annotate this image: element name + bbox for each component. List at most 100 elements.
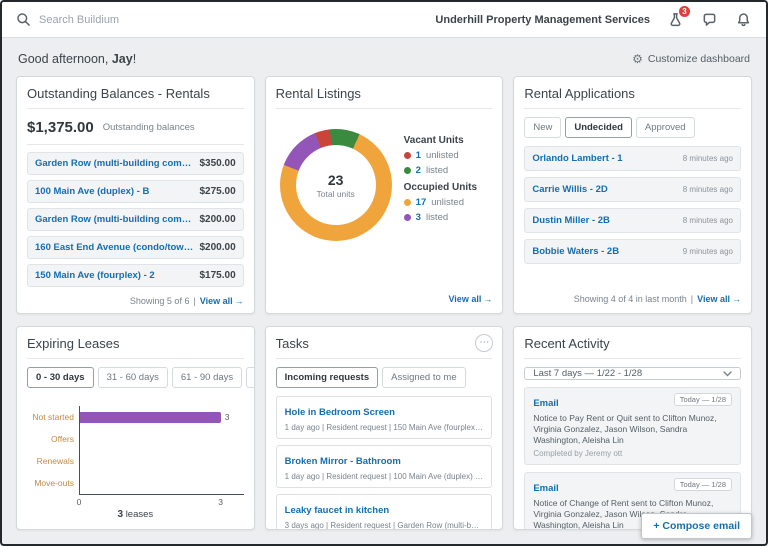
outstanding-total-amount: $1,375.00 [27, 119, 94, 136]
whats-new-button[interactable]: 3 [666, 4, 691, 29]
tab-assigned-to-me[interactable]: Assigned to me [382, 367, 466, 388]
showing-count: Showing 4 of 4 in last month [573, 294, 687, 304]
application-time: 8 minutes ago [682, 216, 733, 225]
balance-row[interactable]: Garden Row (multi-building complex) -...… [27, 152, 244, 175]
task-row[interactable]: Hole in Bedroom Screen 1 day ago | Resid… [275, 396, 493, 439]
lease-count-label: leases [125, 509, 154, 520]
notification-badge: 3 [678, 4, 691, 18]
application-row[interactable]: Orlando Lambert - 1 8 minutes ago [524, 146, 741, 171]
balance-amount: $350.00 [199, 158, 236, 169]
tab-61-90-days[interactable]: 61 - 90 days [171, 367, 243, 388]
balance-amount: $175.00 [199, 270, 236, 281]
footer-divider: | [193, 296, 196, 306]
applicant-link[interactable]: Bobbie Waters - 2B [532, 246, 619, 257]
property-link[interactable]: 150 Main Ave (fourplex) - 2 [35, 270, 155, 281]
donut-center: 23 Total units [295, 145, 376, 225]
bar-row [80, 472, 244, 494]
legend-count-link[interactable]: 17 [416, 197, 427, 208]
tab-approved[interactable]: Approved [635, 117, 695, 138]
applicant-link[interactable]: Carrie Willis - 2D [532, 184, 607, 195]
view-all-link[interactable]: View all → [697, 294, 741, 304]
property-link[interactable]: Garden Row (multi-building complex) -... [35, 214, 195, 225]
card-title-applications: Rental Applications [524, 86, 741, 109]
legend-item: 2 listed [403, 165, 493, 176]
tasks-tabs: Incoming requests Assigned to me [275, 367, 493, 388]
property-link[interactable]: 160 East End Avenue (condo/townhou... [35, 242, 195, 253]
balance-amount: $275.00 [199, 186, 236, 197]
tasks-list: Hole in Bedroom Screen 1 day ago | Resid… [275, 396, 493, 529]
applicant-link[interactable]: Orlando Lambert - 1 [532, 153, 622, 164]
global-search[interactable] [16, 12, 435, 27]
date-range-select[interactable]: Last 7 days — 1/22 - 1/28 [524, 367, 741, 380]
legend-count-link[interactable]: 1 [416, 150, 421, 161]
balance-row[interactable]: Garden Row (multi-building complex) -...… [27, 208, 244, 231]
notifications-button[interactable] [734, 11, 752, 29]
balance-row[interactable]: 150 Main Ave (fourplex) - 2 $175.00 [27, 264, 244, 287]
task-link[interactable]: Leaky faucet in kitchen [285, 505, 390, 516]
ellipsis-icon: ⋯ [479, 337, 490, 348]
balance-row[interactable]: 160 East End Avenue (condo/townhou... $2… [27, 236, 244, 259]
topbar: Underhill Property Management Services 3 [2, 2, 766, 38]
chat-icon [703, 13, 715, 26]
property-link[interactable]: 100 Main Ave (duplex) - B [35, 186, 149, 197]
task-row[interactable]: Leaky faucet in kitchen 3 days ago | Res… [275, 494, 493, 529]
arrow-right-icon: → [483, 294, 493, 304]
legend-title-vacant: Vacant Units [403, 135, 464, 146]
listings-donut-chart: 23 Total units [279, 129, 392, 241]
task-link[interactable]: Hole in Bedroom Screen [285, 407, 395, 418]
activity-completed-by: Completed by Jeremy ott [533, 449, 623, 459]
x-tick: 0 [76, 497, 82, 507]
tab-undecided[interactable]: Undecided [565, 117, 632, 138]
customize-dashboard-button[interactable]: ⚙ Customize dashboard [632, 53, 750, 65]
greeting-name: Jay [111, 52, 133, 66]
view-all-link[interactable]: View all → [200, 296, 244, 306]
balance-row[interactable]: 100 Main Ave (duplex) - B $275.00 [27, 180, 244, 203]
outstanding-total-label: Outstanding balances [102, 122, 195, 133]
x-tick: 3 [218, 497, 223, 507]
customize-label: Customize dashboard [647, 53, 750, 65]
task-row[interactable]: Broken Mirror - Bathroom 1 day ago | Res… [275, 445, 493, 488]
bar-value: 3 [224, 412, 230, 422]
activity-date-badge: Today — 1/28 [673, 393, 732, 406]
application-row[interactable]: Bobbie Waters - 2B 9 minutes ago [524, 239, 741, 264]
applicant-link[interactable]: Dustin Miller - 2B [532, 215, 610, 226]
tab-new[interactable]: New [524, 117, 562, 138]
applications-list: Orlando Lambert - 1 8 minutes ago Carrie… [524, 146, 741, 270]
application-time: 8 minutes ago [682, 154, 733, 163]
property-link[interactable]: Garden Row (multi-building complex) -... [35, 158, 195, 169]
tab-31-60-days[interactable]: 31 - 60 days [97, 367, 168, 388]
bar-row [80, 428, 244, 450]
chat-button[interactable] [700, 11, 718, 29]
bar[interactable] [80, 411, 221, 423]
tab-0-30-days[interactable]: 0 - 30 days [27, 367, 94, 388]
listings-footer: View all → [276, 290, 492, 304]
card-tasks: Tasks ⋯ Incoming requests Assigned to me… [264, 326, 504, 530]
task-link[interactable]: Broken Mirror - Bathroom [285, 456, 401, 467]
task-meta: 1 day ago | Resident request | 100 Main … [284, 472, 484, 481]
listings-legend: Vacant Units 1 unlisted 2 listed Occupie… [403, 125, 493, 227]
tab-all[interactable]: All [246, 367, 254, 388]
legend-count-link[interactable]: 2 [416, 165, 421, 176]
card-rental-applications: Rental Applications New Undecided Approv… [513, 76, 752, 314]
card-title-expiring: Expiring Leases [27, 336, 244, 359]
view-all-label: View all [448, 294, 482, 304]
legend-dot-purple [403, 214, 411, 221]
activity-type-link[interactable]: Email [533, 398, 558, 409]
chart-x-axis: 0 3 [76, 495, 244, 507]
category-label: Not started [32, 412, 74, 422]
card-rental-listings: Rental Listings 23 Total units Vacant Un… [264, 76, 504, 314]
lease-summary: 3 leases [27, 509, 244, 520]
compose-email-button[interactable]: + Compose email [641, 513, 752, 539]
application-row[interactable]: Dustin Miller - 2B 8 minutes ago [524, 208, 741, 233]
legend-count-link[interactable]: 3 [416, 212, 421, 223]
tab-incoming-requests[interactable]: Incoming requests [275, 367, 379, 388]
application-row[interactable]: Carrie Willis - 2D 8 minutes ago [524, 177, 741, 202]
legend-item: 3 listed [403, 212, 493, 223]
activity-type-link[interactable]: Email [533, 483, 558, 494]
activity-item[interactable]: Today — 1/28 Email Notice to Pay Rent or… [524, 387, 741, 466]
card-title-outstanding: Outstanding Balances - Rentals [27, 86, 244, 109]
view-all-link[interactable]: View all → [448, 294, 492, 304]
category-label: Renewals [36, 456, 74, 466]
showing-count: Showing 5 of 6 [129, 296, 190, 306]
search-input[interactable] [39, 13, 259, 26]
